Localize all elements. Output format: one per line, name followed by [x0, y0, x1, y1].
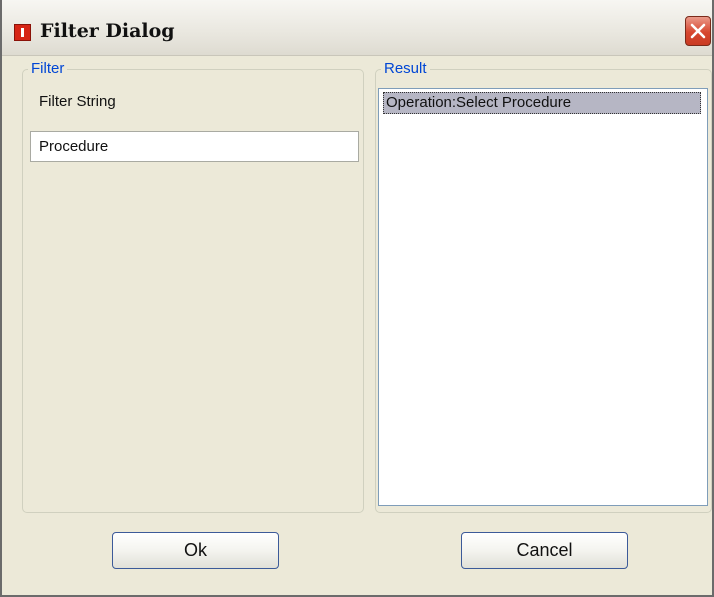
close-icon — [690, 23, 706, 39]
window-title: Filter Dialog — [40, 20, 175, 42]
filter-dialog-window: Filter Dialog Filter Filter String Resul… — [0, 0, 714, 597]
filter-string-input[interactable] — [30, 131, 359, 162]
cancel-button[interactable]: Cancel — [461, 532, 628, 569]
result-list[interactable]: Operation:Select Procedure — [378, 88, 708, 506]
close-button[interactable] — [685, 16, 711, 46]
result-group-legend: Result — [384, 60, 427, 77]
filter-group: Filter — [22, 61, 364, 513]
app-icon — [14, 24, 31, 41]
ok-button[interactable]: Ok — [112, 532, 279, 569]
result-list-item[interactable]: Operation:Select Procedure — [383, 92, 701, 114]
filter-group-legend: Filter — [31, 60, 65, 77]
title-bar[interactable]: Filter Dialog — [2, 0, 712, 56]
filter-string-label: Filter String — [39, 93, 116, 110]
